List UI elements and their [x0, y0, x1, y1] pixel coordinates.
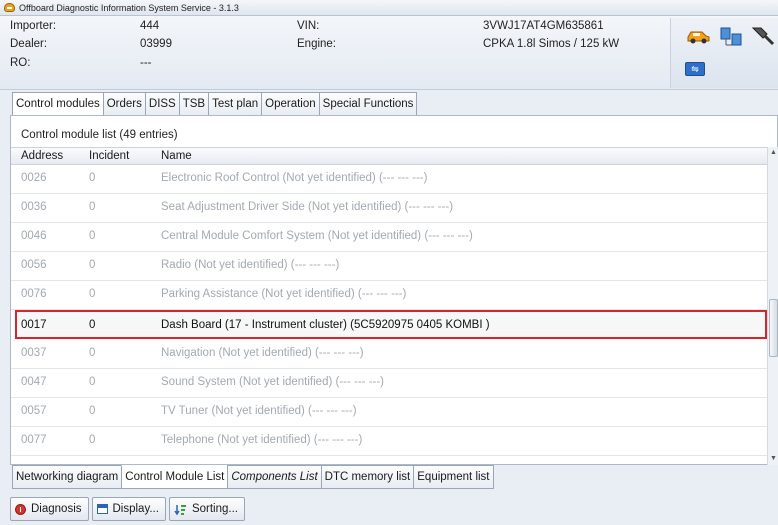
cell-address: 0077: [21, 434, 47, 446]
cell-name: TV Tuner (Not yet identified) (--- --- -…: [161, 405, 357, 417]
tab-control-module-list[interactable]: Control Module List: [121, 465, 228, 489]
car-icon[interactable]: [685, 28, 711, 44]
diagnosis-button[interactable]: Diagnosis: [10, 497, 89, 521]
cell-address: 0056: [21, 259, 47, 271]
table-row[interactable]: 0077 0 Telephone (Not yet identified) (-…: [11, 427, 767, 456]
engine-label: Engine:: [297, 38, 337, 50]
scroll-thumb[interactable]: [769, 299, 778, 357]
cell-name: Telephone (Not yet identified) (--- --- …: [161, 434, 363, 446]
cell-address: 0046: [21, 230, 47, 242]
diagnosis-label: Diagnosis: [31, 503, 82, 515]
display-icon: [96, 504, 108, 514]
module-list: 0026 0 Electronic Roof Control (Not yet …: [11, 165, 767, 465]
cell-address: 0017: [21, 319, 47, 331]
cell-address: 0026: [21, 172, 47, 184]
dealer-value: 03999: [140, 38, 172, 50]
cell-name: Central Module Comfort System (Not yet i…: [161, 230, 473, 242]
vin-value: 3VWJ17AT4GM635861: [483, 20, 604, 32]
table-row[interactable]: 0046 0 Central Module Comfort System (No…: [11, 223, 767, 252]
engine-value: CPKA 1.8l Simos / 125 kW: [483, 38, 620, 50]
tab-diss[interactable]: DISS: [144, 92, 179, 116]
table-header: Address Incident Name: [11, 147, 767, 165]
table-row[interactable]: 0026 0 Electronic Roof Control (Not yet …: [11, 165, 767, 194]
bottom-toolbar: Diagnosis Display... Sorting...: [10, 497, 245, 521]
vertical-scrollbar[interactable]: ▲ ▼: [767, 147, 778, 465]
diagnosis-icon: [15, 503, 26, 515]
tab-components-list[interactable]: Components List: [227, 465, 321, 489]
sorting-icon: [174, 504, 186, 515]
cell-incident: 0: [89, 201, 96, 213]
connection-status-panel: ⇋: [670, 18, 778, 88]
column-address[interactable]: Address: [21, 150, 63, 162]
cell-incident: 0: [89, 434, 96, 446]
cell-incident: 0: [89, 347, 96, 359]
window-title: Offboard Diagnostic Information System S…: [19, 2, 239, 13]
cell-incident: 0: [89, 259, 96, 271]
cell-incident: 0: [89, 288, 96, 300]
title-bar: Offboard Diagnostic Information System S…: [0, 0, 778, 16]
table-row[interactable]: 0056 0 Radio (Not yet identified) (--- -…: [11, 252, 767, 281]
list-title: Control module list (49 entries): [21, 129, 178, 141]
table-row[interactable]: 0037 0 Navigation (Not yet identified) (…: [11, 340, 767, 369]
table-row[interactable]: 0047 0 Sound System (Not yet identified)…: [11, 369, 767, 398]
cell-incident: 0: [89, 376, 96, 388]
control-module-panel: Control module list (49 entries) Address…: [10, 115, 778, 465]
usb-icon[interactable]: ⇋: [685, 62, 705, 76]
tab-control-modules[interactable]: Control modules: [12, 92, 103, 117]
importer-label: Importer:: [10, 20, 57, 32]
plug-connection-icon[interactable]: [751, 24, 777, 46]
cell-address: 0037: [21, 347, 47, 359]
table-row[interactable]: 0057 0 TV Tuner (Not yet identified) (--…: [11, 398, 767, 427]
table-row[interactable]: 0076 0 Parking Assistance (Not yet ident…: [11, 281, 767, 310]
cell-incident: 0: [89, 230, 96, 242]
cell-incident: 0: [89, 319, 96, 331]
sorting-button[interactable]: Sorting...: [168, 497, 245, 521]
view-tabs: Networking diagram Control Module List C…: [12, 465, 494, 489]
cell-address: 0047: [21, 376, 47, 388]
tab-test-plan[interactable]: Test plan: [208, 92, 262, 116]
tab-dtc-memory-list[interactable]: DTC memory list: [320, 465, 414, 489]
cell-name: Seat Adjustment Driver Side (Not yet ide…: [161, 201, 454, 213]
sorting-label: Sorting...: [191, 503, 238, 515]
cell-name: Parking Assistance (Not yet identified) …: [161, 288, 407, 300]
dealer-label: Dealer:: [10, 38, 48, 50]
cell-name: Radio (Not yet identified) (--- --- ---): [161, 259, 340, 271]
table-row[interactable]: 0036 0 Seat Adjustment Driver Side (Not …: [11, 194, 767, 223]
cell-address: 0076: [21, 288, 47, 300]
column-incident[interactable]: Incident: [89, 150, 129, 162]
cell-address: 0036: [21, 201, 47, 213]
cell-name: Sound System (Not yet identified) (--- -…: [161, 376, 385, 388]
cell-name: Navigation (Not yet identified) (--- ---…: [161, 347, 364, 359]
app-icon: [4, 3, 15, 12]
column-name[interactable]: Name: [161, 150, 192, 162]
scroll-down-icon[interactable]: ▼: [768, 453, 778, 465]
tab-tsb[interactable]: TSB: [178, 92, 209, 116]
cell-incident: 0: [89, 172, 96, 184]
main-tabs: Control modules Orders DISS TSB Test pla…: [12, 92, 418, 117]
vin-label: VIN:: [297, 20, 320, 32]
cell-name: Dash Board (17 - Instrument cluster) (5C…: [161, 319, 490, 331]
tab-special-functions[interactable]: Special Functions: [318, 92, 418, 116]
table-row-selected[interactable]: 0017 0 Dash Board (17 - Instrument clust…: [15, 310, 767, 339]
cell-incident: 0: [89, 405, 96, 417]
computer-network-icon[interactable]: [719, 26, 743, 48]
cell-name: Electronic Roof Control (Not yet identif…: [161, 172, 428, 184]
tab-networking-diagram[interactable]: Networking diagram: [12, 465, 122, 489]
tab-equipment-list[interactable]: Equipment list: [413, 465, 494, 489]
tab-operation[interactable]: Operation: [261, 92, 319, 116]
tab-orders[interactable]: Orders: [102, 92, 145, 116]
display-button[interactable]: Display...: [91, 497, 166, 521]
cell-address: 0057: [21, 405, 47, 417]
scroll-up-icon[interactable]: ▲: [768, 147, 778, 159]
ro-value: ---: [140, 57, 152, 69]
display-label: Display...: [112, 503, 159, 515]
vehicle-info-header: Importer: 444 Dealer: 03999 RO: --- VIN:…: [0, 16, 778, 90]
importer-value: 444: [140, 20, 160, 32]
ro-label: RO:: [10, 57, 31, 69]
